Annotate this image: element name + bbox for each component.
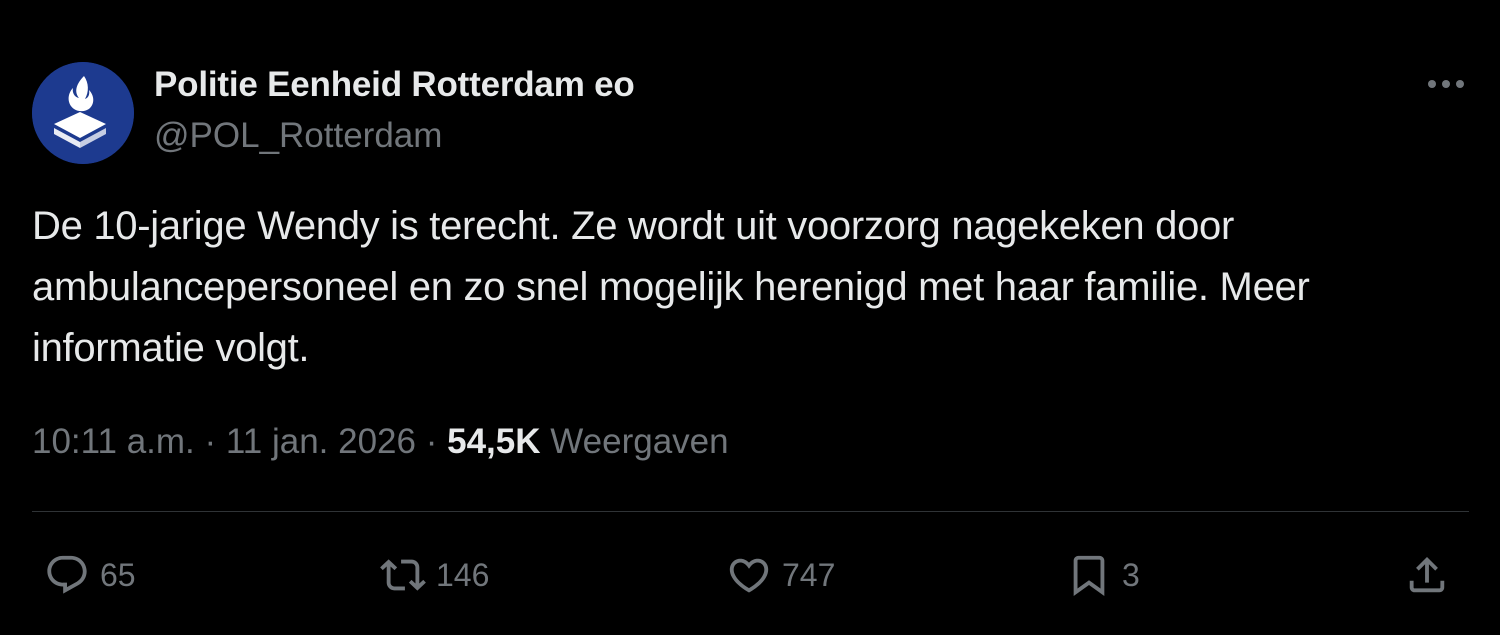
bookmark-button[interactable]: 3 xyxy=(1066,549,1140,601)
reply-icon xyxy=(47,555,87,594)
post-metadata: 10:11 a.m. · 11 jan. 2026 · 54,5K Weerga… xyxy=(32,422,729,462)
avatar[interactable] xyxy=(32,62,134,164)
views-count: 54,5K xyxy=(447,422,541,461)
retweet-button[interactable]: 146 xyxy=(380,549,489,601)
reply-count: 65 xyxy=(100,556,136,593)
police-logo-icon xyxy=(32,62,134,164)
meta-separator: · xyxy=(204,422,217,461)
share-icon xyxy=(1409,556,1445,593)
like-button[interactable]: 747 xyxy=(726,549,835,601)
divider xyxy=(32,511,1469,512)
post-date[interactable]: 11 jan. 2026 xyxy=(226,422,416,461)
retweet-count: 146 xyxy=(436,556,490,593)
bookmark-count: 3 xyxy=(1122,556,1140,593)
reply-button[interactable]: 65 xyxy=(44,549,136,601)
share-button[interactable] xyxy=(1404,549,1450,601)
more-options-button[interactable] xyxy=(1418,68,1474,100)
heart-icon xyxy=(729,558,769,593)
views-label: Weergaven xyxy=(550,422,729,461)
like-count: 747 xyxy=(782,556,836,593)
author-name[interactable]: Politie Eenheid Rotterdam eo xyxy=(154,65,635,105)
author-handle[interactable]: @POL_Rotterdam xyxy=(154,116,442,156)
bookmark-icon xyxy=(1073,555,1105,596)
post-time[interactable]: 10:11 a.m. xyxy=(32,422,195,461)
meta-separator: · xyxy=(425,422,438,461)
post-text: De 10-jarige Wendy is terecht. Ze wordt … xyxy=(32,204,1310,370)
retweet-icon xyxy=(380,559,426,591)
more-options-icon xyxy=(1428,80,1464,88)
